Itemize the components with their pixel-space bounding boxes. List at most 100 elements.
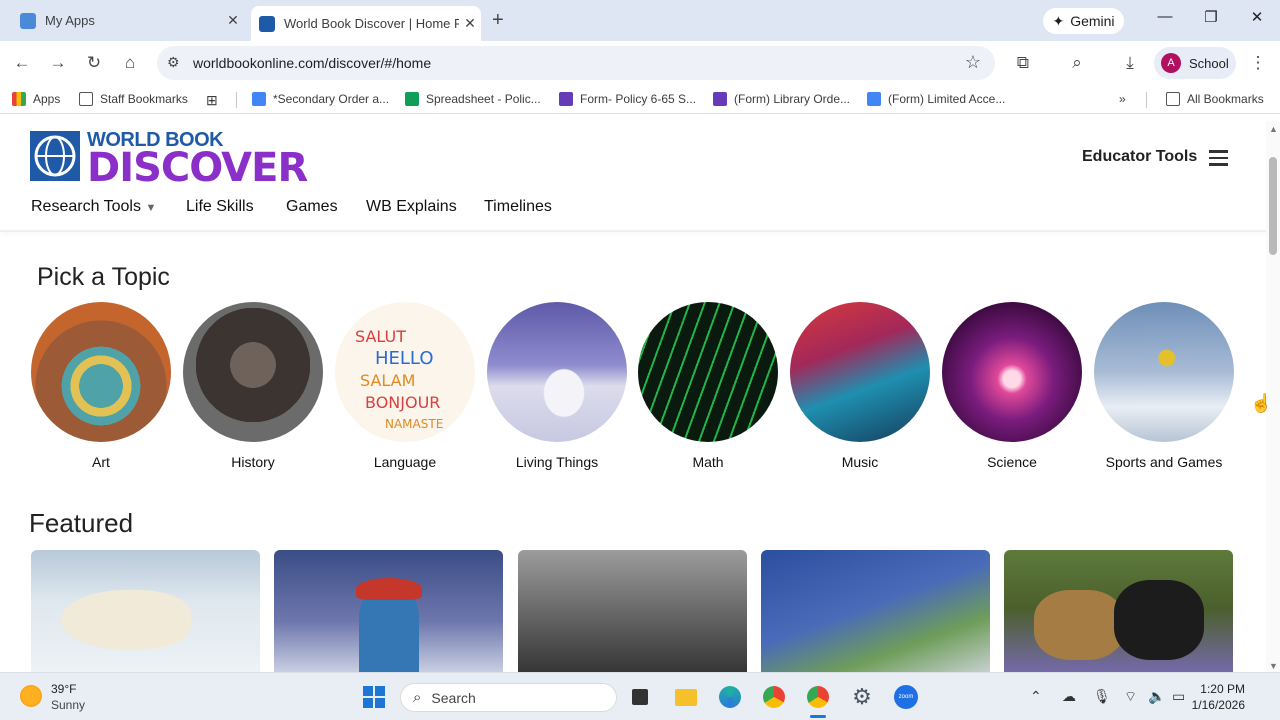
bear-character-image xyxy=(359,590,419,672)
taskbar-search[interactable]: ⌕ Search xyxy=(400,683,617,712)
bookmark-staff-bookmarks[interactable]: Staff Bookmarks xyxy=(79,92,188,106)
tab-world-book-discover[interactable]: World Book Discover | Home Pa ✕ xyxy=(251,6,481,41)
topic-language[interactable]: SALUT HELLO SALAM BONJOUR NAMASTE Langua… xyxy=(335,302,475,470)
topic-history[interactable]: History xyxy=(183,302,323,470)
educator-tools-link[interactable]: Educator Tools xyxy=(1082,148,1197,166)
download-icon[interactable]: ⤓ xyxy=(1118,51,1142,75)
bookmark-spreadsheet-policy[interactable]: Spreadsheet - Polic... xyxy=(405,92,541,106)
tab-search-icon[interactable]: ⌕ xyxy=(1065,51,1089,75)
file-explorer-icon[interactable] xyxy=(673,684,699,710)
forms-icon xyxy=(713,92,727,106)
taskbar-clock[interactable]: 1:20 PM 1/16/2026 xyxy=(1192,681,1245,713)
task-view-icon[interactable] xyxy=(627,684,653,710)
weather-condition[interactable]: Sunny xyxy=(51,698,85,712)
nav-wb-explains[interactable]: WB Explains xyxy=(366,198,457,216)
topic-image xyxy=(1094,302,1234,442)
gemini-label: Gemini xyxy=(1070,13,1115,29)
site-info-icon[interactable]: ⚙ xyxy=(167,54,180,71)
chrome-icon[interactable] xyxy=(761,684,787,710)
topic-music[interactable]: Music xyxy=(790,302,930,470)
featured-card-civil-rights-march[interactable] xyxy=(518,550,747,672)
bookmark-label: Staff Bookmarks xyxy=(100,92,188,106)
bookmark-library-order[interactable]: (Form) Library Orde... xyxy=(713,92,850,106)
onedrive-icon[interactable]: ☁ xyxy=(1062,688,1076,705)
bookmark-limited-access[interactable]: (Form) Limited Acce... xyxy=(867,92,1005,106)
chrome-active-icon[interactable] xyxy=(805,684,831,710)
zoom-icon[interactable]: zoom xyxy=(893,684,919,710)
topic-science[interactable]: Science xyxy=(942,302,1082,470)
clock-time: 1:20 PM xyxy=(1200,682,1245,696)
bookmark-form-policy[interactable]: Form- Policy 6-65 S... xyxy=(559,92,696,106)
extensions-icon[interactable]: ⧉ xyxy=(1011,51,1035,75)
bookmark-grid[interactable]: ⊞ xyxy=(206,92,218,109)
bookmark-label: Spreadsheet - Polic... xyxy=(426,92,541,106)
show-hidden-icons-icon[interactable]: ⌃ xyxy=(1030,688,1042,705)
bookmark-divider xyxy=(1146,92,1147,108)
edge-icon[interactable] xyxy=(717,684,743,710)
close-tab-icon[interactable]: ✕ xyxy=(222,12,244,29)
featured-card-paddington[interactable] xyxy=(274,550,503,672)
logo-wordmark-main[interactable]: DISCOVER xyxy=(87,145,308,191)
minimize-icon[interactable]: — xyxy=(1150,8,1180,25)
scroll-up-icon[interactable]: ▲ xyxy=(1269,124,1278,134)
nav-research-tools[interactable]: Research Tools ▼ xyxy=(31,198,156,216)
topic-art[interactable]: Art xyxy=(31,302,171,470)
more-menu-icon[interactable]: ⋮ xyxy=(1246,51,1270,75)
topic-math[interactable]: Math xyxy=(638,302,778,470)
featured-card-animation[interactable] xyxy=(761,550,990,672)
bookmark-star-icon[interactable]: ☆ xyxy=(965,52,981,73)
nav-games[interactable]: Games xyxy=(286,198,338,216)
close-tab-icon[interactable]: ✕ xyxy=(459,15,481,32)
bookmark-label: Form- Policy 6-65 S... xyxy=(580,92,697,106)
web-page: WORLD BOOK DISCOVER Educator Tools Resea… xyxy=(0,121,1266,672)
bookmark-apps[interactable]: Apps xyxy=(12,92,60,106)
bookmark-label: (Form) Library Orde... xyxy=(734,92,851,106)
featured-card-polar-bear[interactable] xyxy=(31,550,260,672)
back-icon[interactable]: ← xyxy=(10,51,34,75)
battery-icon[interactable]: ▭ xyxy=(1172,688,1185,705)
topic-label: Music xyxy=(841,454,879,470)
world-book-globe-icon[interactable] xyxy=(30,131,80,181)
svg-text:BONJOUR: BONJOUR xyxy=(365,393,440,412)
clock-date: 1/16/2026 xyxy=(1191,698,1245,712)
new-tab-icon[interactable]: + xyxy=(492,9,504,32)
sun-weather-icon[interactable] xyxy=(20,685,42,707)
reload-icon[interactable]: ↻ xyxy=(82,51,106,75)
settings-gear-icon[interactable]: ⚙ xyxy=(849,684,875,710)
more-bookmarks-icon[interactable]: » xyxy=(1119,92,1126,106)
address-bar[interactable]: ⚙ worldbookonline.com/discover/#/home ☆ xyxy=(157,46,995,80)
windows-start-icon[interactable] xyxy=(361,684,387,710)
browser-toolbar: ← → ↻ ⌂ ⚙ worldbookonline.com/discover/#… xyxy=(0,41,1280,85)
featured-card-dogs[interactable] xyxy=(1004,550,1233,672)
nav-timelines[interactable]: Timelines xyxy=(484,198,552,216)
weather-temperature[interactable]: 39°F xyxy=(51,682,76,696)
hamburger-menu-icon[interactable] xyxy=(1209,150,1228,170)
volume-icon[interactable]: 🔈 xyxy=(1148,688,1165,705)
all-bookmarks-button[interactable]: All Bookmarks xyxy=(1166,92,1264,106)
topic-label: Science xyxy=(987,454,1037,470)
tab-strip: My Apps ✕ World Book Discover | Home Pa … xyxy=(0,0,1280,41)
microphone-icon[interactable]: 🎙 xyxy=(1093,688,1111,705)
url-text[interactable]: worldbookonline.com/discover/#/home xyxy=(193,55,431,71)
topic-image xyxy=(31,302,171,442)
close-window-icon[interactable]: ✕ xyxy=(1242,8,1272,26)
dog-image xyxy=(1034,590,1124,660)
topic-living-things[interactable]: Living Things xyxy=(487,302,627,470)
wifi-icon[interactable]: ⌔ xyxy=(1124,688,1137,706)
restore-icon[interactable]: ❐ xyxy=(1196,8,1226,26)
gemini-button[interactable]: ✦ Gemini xyxy=(1043,8,1124,34)
scrollbar-thumb[interactable] xyxy=(1269,157,1277,255)
topic-image xyxy=(790,302,930,442)
tab-my-apps[interactable]: My Apps ✕ xyxy=(8,6,244,35)
forward-icon[interactable]: → xyxy=(46,51,70,75)
search-placeholder: Search xyxy=(431,689,476,706)
topic-sports-and-games[interactable]: Sports and Games xyxy=(1094,302,1234,470)
my-apps-favicon-icon xyxy=(20,12,36,29)
topic-label: Sports and Games xyxy=(1105,454,1223,470)
home-icon[interactable]: ⌂ xyxy=(118,51,142,75)
svg-text:NAMASTE: NAMASTE xyxy=(385,417,443,431)
profile-button[interactable]: A School xyxy=(1154,47,1236,79)
bookmark-secondary-order[interactable]: *Secondary Order a... xyxy=(252,92,389,106)
nav-life-skills[interactable]: Life Skills xyxy=(186,198,254,216)
scroll-down-icon[interactable]: ▼ xyxy=(1269,661,1278,671)
